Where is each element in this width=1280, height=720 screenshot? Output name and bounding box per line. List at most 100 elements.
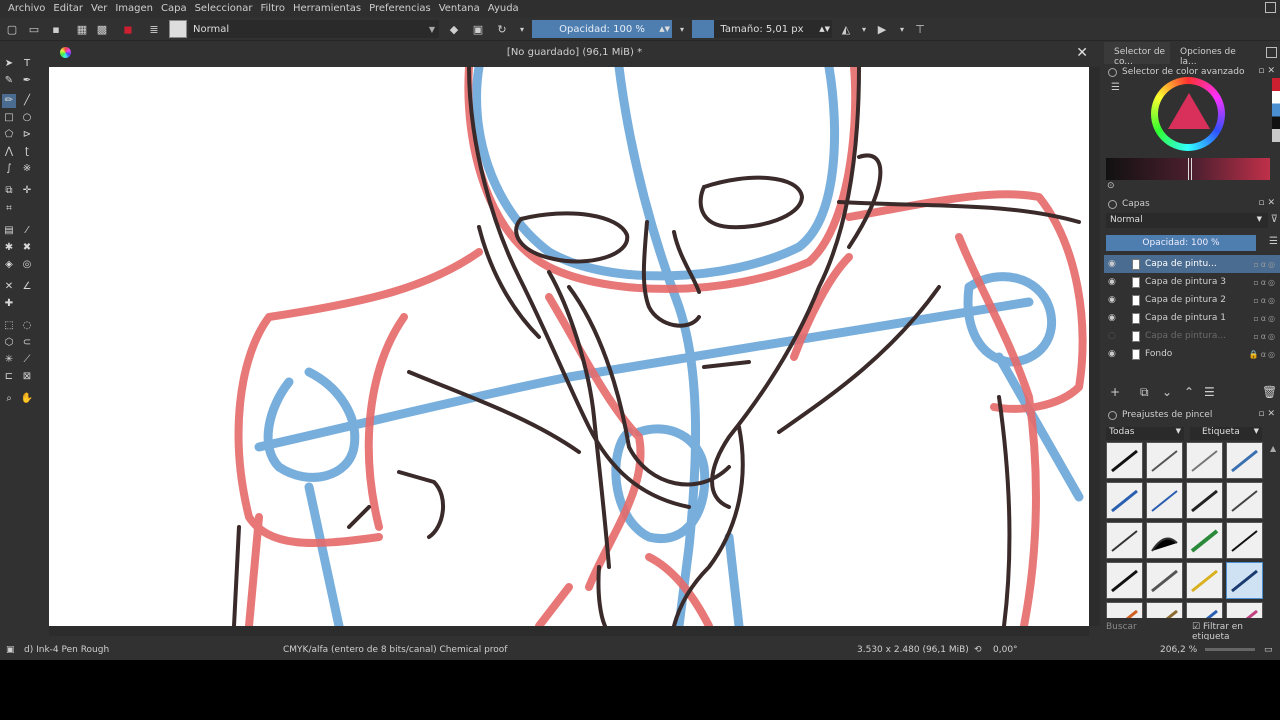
delete-layer-icon[interactable]: 🗑 xyxy=(1262,385,1277,399)
add-layer-icon[interactable]: + xyxy=(1110,385,1120,399)
rect-select-icon[interactable]: ⬚ xyxy=(2,319,16,333)
tab-tool-options[interactable]: Opciones de la... xyxy=(1170,42,1236,67)
layer-flags-icon[interactable]: ▫α◎ xyxy=(1253,278,1277,287)
chevron-down-icon[interactable]: ▾ xyxy=(894,20,910,38)
gradient-selector-icon[interactable]: ▦ xyxy=(74,20,90,38)
layer-properties-icon[interactable]: ☰ xyxy=(1204,385,1215,399)
freehand-select-icon[interactable]: ⊂ xyxy=(20,336,34,350)
assistant-tool-icon[interactable]: ✕ xyxy=(2,280,16,294)
opacity-slider[interactable]: Opacidad: 100 % ▲▼ xyxy=(532,20,672,38)
bezier-tool-icon[interactable]: ⋀ xyxy=(2,145,16,159)
drawing-canvas[interactable] xyxy=(49,67,1089,626)
brush-preset[interactable] xyxy=(1226,442,1263,479)
line-tool-icon[interactable]: ╱ xyxy=(20,94,34,108)
select-shapes-icon[interactable]: ➤ xyxy=(2,57,16,71)
dock-float-icon[interactable] xyxy=(1266,47,1277,58)
chevron-down-icon[interactable]: ▾ xyxy=(674,20,690,38)
brush-preset[interactable] xyxy=(1106,562,1143,599)
close-document-icon[interactable]: ✕ xyxy=(1076,45,1088,61)
color-picker-icon[interactable]: ⁄ xyxy=(20,224,34,238)
chevron-down-icon[interactable]: ▾ xyxy=(856,20,872,38)
reference-images-icon[interactable]: ✚ xyxy=(2,297,16,311)
move-tool-icon[interactable]: ✛ xyxy=(20,184,34,198)
hue-ring[interactable] xyxy=(1151,77,1225,151)
brush-grid-scrollbar[interactable]: ▲ xyxy=(1270,444,1276,453)
layer-row[interactable]: ◉ Capa de pintura 1 ▫α◎ xyxy=(1104,309,1280,327)
shade-selector-bar[interactable] xyxy=(1106,158,1270,180)
layer-flags-icon[interactable]: ▫α◎ xyxy=(1253,296,1277,305)
layer-row[interactable]: ◉ Capa de pintu... ▫α◎ xyxy=(1104,255,1280,273)
brush-preset[interactable] xyxy=(1226,482,1263,519)
panel-float-close-icon[interactable]: ▫✕ xyxy=(1258,198,1278,208)
saturation-value-triangle[interactable] xyxy=(1168,93,1210,129)
layer-row[interactable]: ○ Capa de pintura... ▫α◎ xyxy=(1104,327,1280,345)
polyline-tool-icon[interactable]: ⊳ xyxy=(20,128,34,142)
layer-opacity-slider[interactable]: Opacidad: 100 % xyxy=(1106,235,1256,251)
panel-pin-icon[interactable] xyxy=(1108,410,1117,420)
measure-tool-icon[interactable]: ∠ xyxy=(20,280,34,294)
brush-preset[interactable] xyxy=(1106,482,1143,519)
brush-preset[interactable] xyxy=(1146,482,1183,519)
pan-tool-icon[interactable]: ✋ xyxy=(20,392,34,406)
magnetic-select-icon[interactable]: ⊠ xyxy=(20,370,34,384)
spin-arrows-icon[interactable]: ▲▼ xyxy=(819,25,830,33)
open-document-icon[interactable]: ▭ xyxy=(26,20,42,38)
canvas-vertical-scrollbar[interactable] xyxy=(1089,67,1100,626)
brush-preset[interactable] xyxy=(1146,442,1183,479)
color-history-strip[interactable] xyxy=(1272,78,1280,142)
smart-patch-icon[interactable]: ✖ xyxy=(20,241,34,255)
canvas-horizontal-scrollbar[interactable] xyxy=(49,626,1089,636)
layer-flags-icon[interactable]: ▫α◎ xyxy=(1253,314,1277,323)
fill-tool-icon[interactable]: ◈ xyxy=(2,258,16,272)
refresh-icon[interactable]: ⊙ xyxy=(1107,181,1115,191)
gradient-tool-icon[interactable]: ▤ xyxy=(2,224,16,238)
move-layer-down-icon[interactable]: ⌄ xyxy=(1162,385,1172,399)
brush-preset[interactable] xyxy=(1146,522,1183,559)
visibility-eye-icon[interactable]: ◉ xyxy=(1108,349,1122,359)
menu-herramientas[interactable]: Herramientas xyxy=(289,3,365,14)
brush-preset[interactable] xyxy=(1106,522,1143,559)
preserve-alpha-icon[interactable]: ▣ xyxy=(470,20,486,38)
brush-preset[interactable] xyxy=(1106,602,1143,618)
brush-preset[interactable] xyxy=(1146,602,1183,618)
layer-flags-icon[interactable]: ▫α◎ xyxy=(1253,332,1277,341)
menu-seleccionar[interactable]: Seleccionar xyxy=(191,3,257,14)
menu-imagen[interactable]: Imagen xyxy=(111,3,157,14)
enclose-fill-icon[interactable]: ◎ xyxy=(20,258,34,272)
brush-preset[interactable] xyxy=(1186,482,1223,519)
polygon-tool-icon[interactable]: ⬠ xyxy=(2,128,16,142)
brush-preset[interactable] xyxy=(1226,602,1263,618)
brush-preset[interactable] xyxy=(1106,442,1143,479)
rotation-icon[interactable]: ⟲ xyxy=(974,645,982,655)
size-slider[interactable]: Tamaño: 5,01 px ▲▼ xyxy=(692,20,832,38)
pattern-selector-icon[interactable]: ▩ xyxy=(94,20,110,38)
zoom-tool-icon[interactable]: ⌕ xyxy=(2,392,16,406)
polygon-select-icon[interactable]: ⬡ xyxy=(2,336,16,350)
ellipse-select-icon[interactable]: ◌ xyxy=(20,319,34,333)
layer-flags-icon[interactable]: ▫α◎ xyxy=(1253,260,1277,269)
brush-preset[interactable] xyxy=(1186,442,1223,479)
filter-in-tag-checkbox[interactable]: ☑ Filtrar en etiqueta xyxy=(1192,622,1280,642)
chevron-down-icon[interactable]: ▾ xyxy=(514,20,530,38)
panel-pin-icon[interactable] xyxy=(1108,199,1117,209)
contiguous-select-icon[interactable]: ✳ xyxy=(2,353,16,367)
menu-ayuda[interactable]: Ayuda xyxy=(484,3,523,14)
visibility-eye-icon[interactable]: ◉ xyxy=(1108,313,1122,323)
new-document-icon[interactable]: ▢ xyxy=(4,20,20,38)
brush-preset-preview[interactable] xyxy=(169,20,187,38)
freehand-path-icon[interactable]: ʈ xyxy=(20,145,34,159)
layer-blend-select[interactable]: Normal ▼ xyxy=(1106,213,1268,228)
panel-pin-icon[interactable] xyxy=(1108,67,1117,77)
dynamic-brush-icon[interactable]: ∫ xyxy=(2,162,16,176)
layer-row[interactable]: ◉ Capa de pintura 3 ▫α◎ xyxy=(1104,273,1280,291)
zoom-slider[interactable] xyxy=(1205,648,1255,651)
brush-tag-label-button[interactable]: Etiqueta ▼ xyxy=(1190,427,1262,440)
menu-ver[interactable]: Ver xyxy=(87,3,111,14)
color-settings-icon[interactable]: ☰ xyxy=(1111,82,1120,93)
menu-filtro[interactable]: Filtro xyxy=(256,3,289,14)
mirror-vertical-icon[interactable]: ▶ xyxy=(874,20,890,38)
mirror-horizontal-icon[interactable]: ◭ xyxy=(838,20,854,38)
brush-preset[interactable] xyxy=(1226,522,1263,559)
visibility-eye-icon[interactable]: ◉ xyxy=(1108,295,1122,305)
brush-preset[interactable] xyxy=(1186,562,1223,599)
